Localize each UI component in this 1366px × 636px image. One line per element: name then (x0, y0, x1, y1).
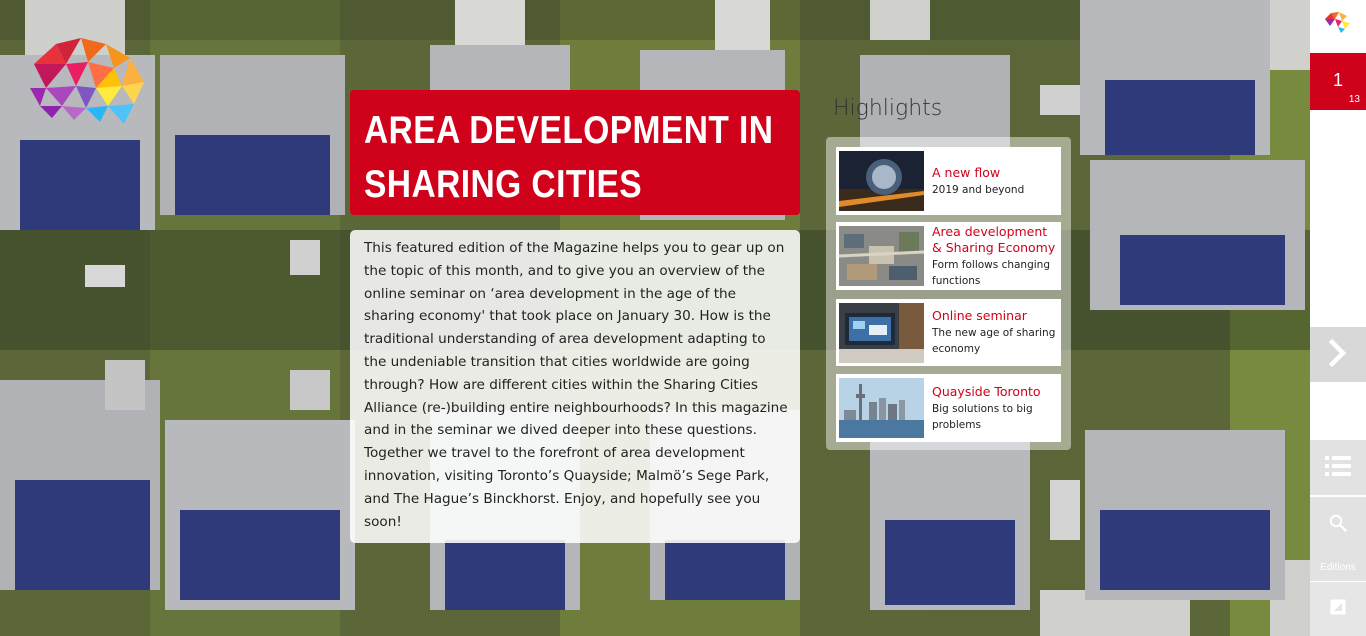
highlight-thumbnail (839, 151, 924, 211)
search-button[interactable] (1310, 497, 1366, 552)
search-icon (1329, 514, 1347, 536)
chevron-right-icon (1327, 338, 1349, 371)
sidebar-divider (1310, 495, 1366, 496)
brain-logo[interactable] (26, 34, 148, 126)
highlight-subtitle: 2019 and beyond (932, 183, 1025, 196)
intro-panel: This featured edition of the Magazine he… (350, 230, 800, 543)
highlights-heading: Highlights (833, 96, 943, 121)
brain-logo-small[interactable] (1323, 11, 1351, 33)
highlight-card-a-new-flow[interactable]: A new flow 2019 and beyond (836, 147, 1061, 215)
highlight-thumbnail (839, 378, 924, 438)
highlight-title: Online seminar (932, 308, 1027, 323)
next-page-button[interactable] (1310, 327, 1366, 382)
editions-label: Editions (1320, 561, 1356, 573)
highlight-thumbnail (839, 226, 924, 286)
highlight-card-quayside-toronto[interactable]: Quayside Toronto Big solutions to big pr… (836, 374, 1061, 442)
intro-text: This featured edition of the Magazine he… (364, 240, 788, 530)
highlight-subtitle: Form follows changing functions (932, 258, 1050, 287)
page-counter[interactable]: 1 13 (1310, 53, 1366, 110)
highlight-subtitle: The new age of sharing economy (932, 327, 1056, 355)
table-of-contents-button[interactable] (1310, 440, 1366, 495)
list-icon (1325, 455, 1351, 481)
highlight-title: A new flow (932, 164, 1001, 180)
highlight-thumbnail (839, 302, 924, 363)
page-total-number: 13 (1348, 94, 1360, 105)
highlight-card-area-development[interactable]: Area development & Sharing Economy Form … (836, 222, 1061, 290)
highlight-title: Area development & Sharing Economy (932, 223, 1056, 255)
page-title: AREA DEVELOPMENT IN SHARING CITIES (364, 109, 774, 206)
page-title-banner: AREA DEVELOPMENT IN SHARING CITIES (350, 90, 800, 215)
highlight-subtitle: Big solutions to big problems (932, 402, 1033, 431)
expand-button[interactable] (1310, 582, 1366, 636)
page-current-number: 1 (1332, 70, 1343, 90)
expand-icon (1330, 599, 1346, 619)
highlight-title: Quayside Toronto (932, 383, 1041, 399)
editions-button[interactable]: Editions (1310, 552, 1366, 582)
highlight-card-online-seminar[interactable]: Online seminar The new age of sharing ec… (836, 299, 1061, 366)
